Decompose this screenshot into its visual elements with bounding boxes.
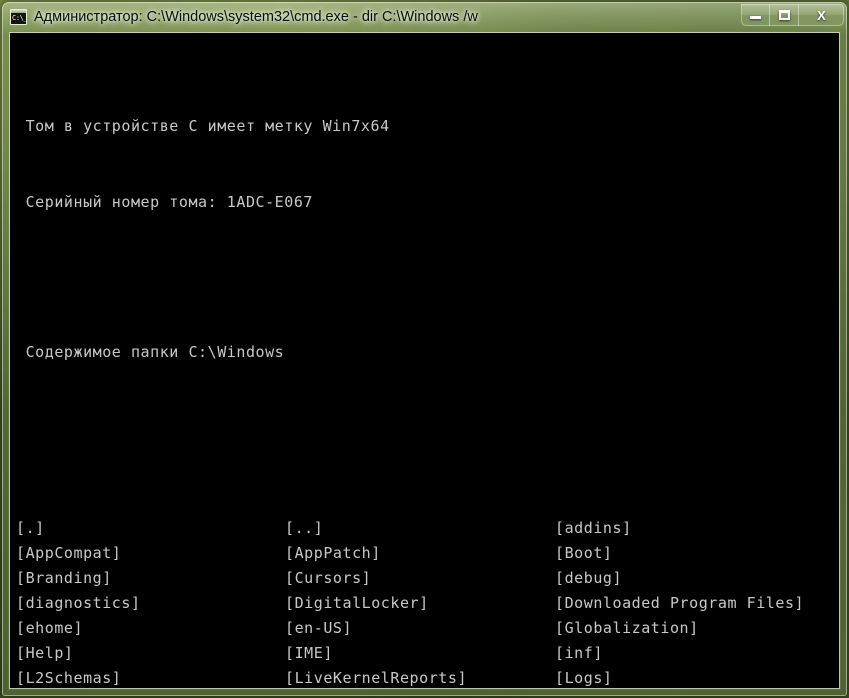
directory-entry: [L2Schemas]	[16, 669, 122, 688]
directory-entry: [en-US]	[285, 619, 353, 638]
close-button[interactable]: X	[799, 4, 844, 26]
directory-entry: [DigitalLocker]	[285, 594, 429, 613]
cmd-window[interactable]: Администратор: C:\Windows\system32\cmd.e…	[2, 2, 847, 696]
directory-entry: [Globalization]	[555, 619, 699, 638]
directory-entry: [AppCompat]	[16, 543, 122, 562]
close-icon: X	[817, 7, 826, 23]
directory-listing-row: [L2Schemas] [LiveKernelReports] [Logs]	[16, 666, 839, 688]
directory-listing-row: [AppCompat] [AppPatch] [Boot]	[16, 541, 839, 566]
directory-entry: [LiveKernelReports]	[285, 669, 468, 688]
window-title-bar[interactable]: Администратор: C:\Windows\system32\cmd.e…	[2, 2, 847, 32]
window-title-text: Администратор: C:\Windows\system32\cmd.e…	[34, 9, 478, 25]
window-controls[interactable]: X	[741, 4, 844, 26]
directory-entry: [Branding]	[16, 568, 112, 587]
directory-listing-row: [diagnostics] [DigitalLocker] [Downloaded …	[16, 591, 839, 616]
console-client-area[interactable]: Том в устройстве C имеет метку Win7x64 С…	[10, 33, 839, 688]
directory-entry: [addins]	[555, 518, 632, 537]
directory-entry: [Boot]	[555, 543, 613, 562]
minimize-button[interactable]	[741, 4, 770, 26]
directory-entry: [AppPatch]	[285, 543, 381, 562]
directory-listing-row: [.] [..] [addins]	[16, 516, 839, 541]
directory-listing: [.] [..] [addins] [AppCompat] [AppPatch] [Boo…	[16, 516, 839, 688]
directory-entry: [IME]	[285, 644, 333, 663]
maximize-icon	[770, 4, 798, 26]
directory-entry: [Cursors]	[285, 568, 372, 587]
directory-entry: [Logs]	[555, 669, 613, 688]
directory-listing-row: [Branding] [Cursors] [debug]	[16, 566, 839, 591]
directory-entry: [debug]	[555, 568, 623, 587]
console-text-buffer: Том в устройстве C имеет метку Win7x64 С…	[10, 33, 839, 688]
directory-entry: [..]	[285, 518, 324, 537]
maximize-button[interactable]	[770, 4, 799, 26]
directory-entry: [inf]	[555, 644, 603, 663]
directory-entry: [Help]	[16, 644, 74, 663]
directory-entry: [.]	[16, 518, 45, 537]
console-line-volume: Том в устройстве C имеет метку Win7x64	[16, 117, 390, 136]
console-line-directory: Содержимое папки C:\Windows	[16, 343, 285, 362]
directory-entry: [Downloaded Program Files]	[555, 594, 805, 613]
directory-listing-row: [ehome] [en-US] [Globalization]	[16, 616, 839, 641]
directory-entry: [ehome]	[16, 619, 84, 638]
console-line-serial: Серийный номер тома: 1ADC-E067	[16, 192, 314, 211]
directory-listing-row: [Help] [IME] [inf]	[16, 641, 839, 666]
directory-entry: [diagnostics]	[16, 594, 141, 613]
minimize-icon	[741, 4, 769, 26]
cmd-console-icon	[10, 9, 27, 25]
